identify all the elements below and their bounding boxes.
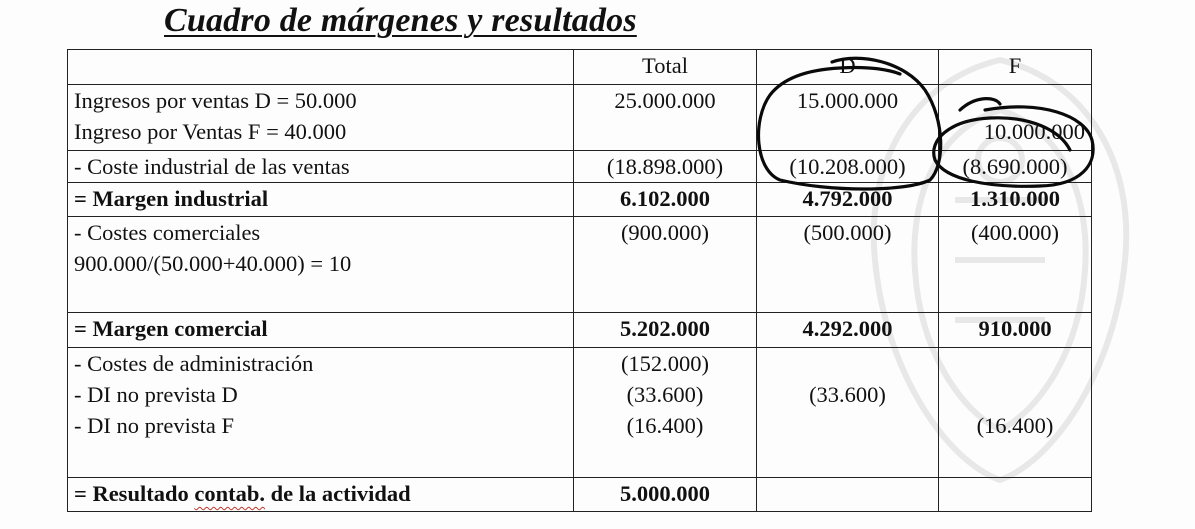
coste-industrial-label: - Coste industrial de las ventas	[67, 150, 574, 183]
ingresos-d-value: 15.000.000	[796, 88, 899, 113]
costes-comerciales-d: (500.000)	[756, 216, 939, 313]
costes-administracion-d	[763, 348, 932, 379]
resultado-f	[938, 477, 1092, 512]
di-no-prevista-d-label: - DI no prevista D	[74, 382, 238, 407]
otros-costes-total: (152.000) (33.600) (16.400)	[573, 347, 757, 478]
di-no-prevista-f-label: - DI no prevista F	[74, 413, 234, 438]
di-no-prevista-f-total: (16.400)	[626, 413, 704, 438]
di-no-prevista-d-total: (33.600)	[626, 382, 704, 407]
ingresos-f: 10.000.000	[938, 84, 1092, 151]
ingresos-total: 25.000.000	[573, 84, 757, 151]
otros-costes-d: (33.600)	[756, 347, 939, 478]
margen-industrial-label: = Margen industrial	[67, 182, 574, 217]
resultado-d	[756, 477, 939, 512]
table-header-row: Total D F	[67, 49, 1092, 85]
costes-comerciales-total: (900.000)	[573, 216, 757, 313]
row-ingresos: Ingresos por ventas D = 50.000 Ingreso p…	[67, 84, 1092, 151]
resultado-label: = Resultado contab. de la actividad	[67, 477, 574, 512]
costes-comerciales-label: - Costes comerciales 900.000/(50.000+40.…	[67, 216, 574, 313]
margen-industrial-f: 1.310.000	[938, 182, 1092, 217]
ingresos-label: Ingresos por ventas D = 50.000 Ingreso p…	[67, 84, 574, 151]
di-no-prevista-f-d	[763, 410, 932, 441]
margen-industrial-total: 6.102.000	[573, 182, 757, 217]
otros-costes-label: - Costes de administración - DI no previ…	[67, 347, 574, 478]
resultado-label-suffix: de la actividad	[264, 481, 411, 506]
resultado-label-spellcheck-word: contab.	[194, 481, 265, 506]
ingresos-total-value: 25.000.000	[614, 88, 716, 113]
di-no-prevista-d-d: (33.600)	[809, 382, 886, 407]
margen-comercial-total: 5.202.000	[573, 312, 757, 348]
ingresos-f-label: Ingreso por Ventas F = 40.000	[74, 119, 347, 144]
di-no-prevista-f-f: (16.400)	[976, 413, 1054, 438]
ingresos-d: 15.000.000	[756, 84, 939, 151]
costes-administracion-f	[945, 348, 1085, 379]
margins-table: Total D F Ingresos por ventas D = 50.000…	[67, 49, 1092, 512]
row-otros-costes: - Costes de administración - DI no previ…	[67, 347, 1092, 478]
row-costes-comerciales: - Costes comerciales 900.000/(50.000+40.…	[67, 216, 1092, 313]
costes-comerciales-title: - Costes comerciales	[74, 220, 261, 245]
costes-administracion-label: - Costes de administración	[74, 351, 314, 376]
costes-administracion-total: (152.000)	[620, 351, 710, 376]
coste-industrial-f: (8.690.000)	[938, 150, 1092, 183]
margen-industrial-d: 4.792.000	[756, 182, 939, 217]
ingresos-f-value: 10.000.000	[983, 119, 1085, 144]
margen-comercial-label: = Margen comercial	[67, 312, 574, 348]
coste-industrial-total: (18.898.000)	[573, 150, 757, 183]
row-margen-comercial: = Margen comercial 5.202.000 4.292.000 9…	[67, 312, 1092, 348]
coste-industrial-d: (10.208.000)	[756, 150, 939, 183]
row-margen-industrial: = Margen industrial 6.102.000 4.792.000 …	[67, 182, 1092, 217]
header-f: F	[938, 49, 1092, 85]
header-d: D	[756, 49, 939, 85]
row-coste-industrial: - Coste industrial de las ventas (18.898…	[67, 150, 1092, 183]
costes-comerciales-formula: 900.000/(50.000+40.000) = 10	[74, 251, 352, 276]
resultado-label-prefix: = Resultado	[74, 481, 195, 506]
ingresos-f-spacer	[945, 85, 1085, 116]
di-no-prevista-d-f	[945, 379, 1085, 410]
otros-costes-f: (16.400)	[938, 347, 1092, 478]
margen-comercial-d: 4.292.000	[756, 312, 939, 348]
header-blank	[67, 49, 574, 85]
ingresos-d-label: Ingresos por ventas D = 50.000	[74, 88, 357, 113]
resultado-total: 5.000.000	[573, 477, 757, 512]
costes-comerciales-f: (400.000)	[938, 216, 1092, 313]
page-title: Cuadro de márgenes y resultados	[164, 2, 637, 39]
header-total: Total	[573, 49, 757, 85]
margen-comercial-f: 910.000	[938, 312, 1092, 348]
row-resultado: = Resultado contab. de la actividad 5.00…	[67, 477, 1092, 512]
